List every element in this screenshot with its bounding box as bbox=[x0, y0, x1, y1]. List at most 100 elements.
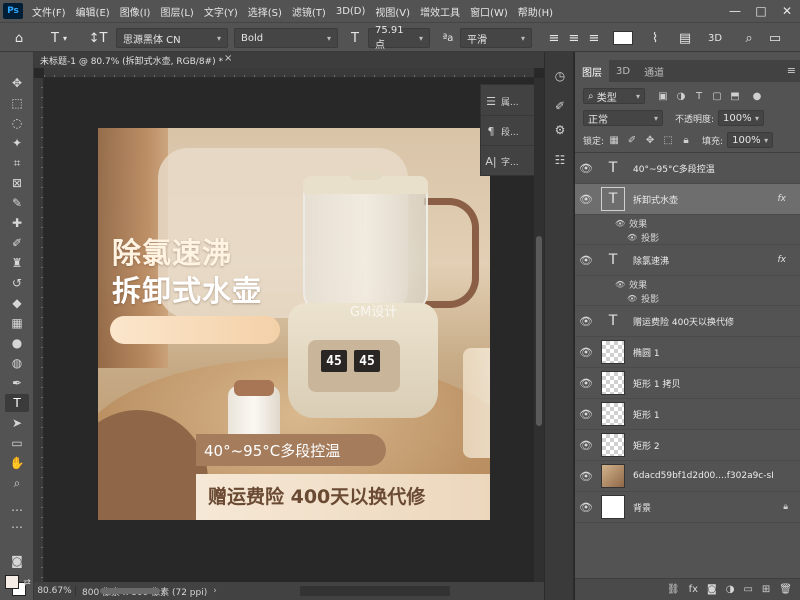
mask-icon[interactable]: ◙ bbox=[707, 584, 717, 595]
layer-row-selected[interactable]: 👁︎ T 拆卸式水壶 fx bbox=[575, 184, 800, 215]
history-brush-tool-icon[interactable]: ↺ bbox=[5, 274, 29, 292]
layer-row[interactable]: 👁︎ 矩形 1 bbox=[575, 399, 800, 430]
trash-icon[interactable]: 🗑︎ bbox=[779, 584, 792, 595]
layer-row[interactable]: 👁︎ 背景 🔒︎ bbox=[575, 492, 800, 523]
3d-icon[interactable]: 3D bbox=[704, 28, 726, 48]
align-right-icon[interactable]: ≡ bbox=[586, 28, 602, 48]
antialias-select[interactable]: 平滑 ▾ bbox=[460, 28, 532, 48]
layer-row[interactable]: 👁︎ T 除氯速沸 fx bbox=[575, 245, 800, 276]
edit-toolbar-icon[interactable]: ⋯ bbox=[5, 518, 29, 536]
pen-tool-icon[interactable]: ✒ bbox=[5, 374, 29, 392]
menu-layer[interactable]: 图层(L) bbox=[155, 4, 198, 19]
swap-colors-icon[interactable]: ⇄ bbox=[22, 574, 32, 592]
layer-row[interactable]: 👁︎ 椭圆 1 bbox=[575, 337, 800, 368]
menu-filter[interactable]: 滤镜(T) bbox=[287, 4, 331, 19]
link-icon[interactable]: ⛓ bbox=[667, 584, 680, 595]
blend-mode-select[interactable]: 正常 ▾ bbox=[583, 110, 663, 126]
effects-eye-icon[interactable]: 👁︎ bbox=[615, 280, 625, 289]
menu-window[interactable]: 窗口(W) bbox=[465, 4, 513, 19]
font-family-select[interactable]: 思源黑体 CN ▾ bbox=[116, 28, 228, 48]
close-document-icon[interactable]: × bbox=[224, 53, 232, 64]
dodge-tool-icon[interactable]: ◍ bbox=[5, 354, 29, 372]
filter-pixel-icon[interactable]: ▣ bbox=[655, 88, 671, 104]
tab-channels[interactable]: 通道 bbox=[637, 60, 671, 82]
more-tools-icon[interactable]: … bbox=[5, 498, 29, 516]
quick-mask-icon[interactable]: ◙ bbox=[5, 552, 29, 570]
close-button[interactable]: ✕ bbox=[774, 0, 800, 22]
home-icon[interactable]: ⌂ bbox=[8, 28, 30, 48]
adjustments-icon[interactable]: ⚙ bbox=[550, 120, 570, 140]
blur-tool-icon[interactable]: ● bbox=[5, 334, 29, 352]
fx-icon[interactable]: fx bbox=[689, 584, 698, 595]
menu-image[interactable]: 图像(I) bbox=[115, 4, 156, 19]
visibility-eye-icon[interactable]: 👁︎ bbox=[575, 408, 597, 421]
fx-badge[interactable]: fx bbox=[778, 255, 787, 265]
lasso-tool-icon[interactable]: ◌ bbox=[5, 114, 29, 132]
menu-file[interactable]: 文件(F) bbox=[27, 4, 71, 19]
canvas[interactable]: 45 45 除氯速沸 拆卸式水壶 GM设计 40°~95°C多段控温 赠运费险 … bbox=[98, 128, 490, 520]
filter-type-icon[interactable]: T bbox=[691, 88, 707, 104]
font-size-select[interactable]: 75.91 点 ▾ bbox=[368, 25, 430, 51]
brush-settings-icon[interactable]: ✐ bbox=[550, 96, 570, 116]
foreground-color-swatch[interactable] bbox=[5, 575, 19, 589]
effects-eye-icon[interactable]: 👁︎ bbox=[615, 219, 625, 228]
menu-help[interactable]: 帮助(H) bbox=[513, 4, 558, 19]
font-style-select[interactable]: Bold ▾ bbox=[234, 28, 338, 48]
clone-stamp-tool-icon[interactable]: ♜ bbox=[5, 254, 29, 272]
menu-edit[interactable]: 编辑(E) bbox=[71, 4, 115, 19]
eyedropper-tool-icon[interactable]: ✎ bbox=[5, 194, 29, 212]
maximize-button[interactable]: □ bbox=[748, 0, 774, 22]
hand-tool-icon[interactable]: ✋ bbox=[5, 454, 29, 472]
zoom-tool-icon[interactable]: ⌕ bbox=[5, 474, 29, 492]
marquee-tool-icon[interactable]: ⬚ bbox=[5, 94, 29, 112]
character-panel-icon[interactable]: ▤ bbox=[676, 28, 694, 48]
history-icon[interactable]: ◷ bbox=[550, 66, 570, 86]
eraser-tool-icon[interactable]: ◆ bbox=[5, 294, 29, 312]
layer-row[interactable]: 👁︎ T 赠运费险 400天以换代修 bbox=[575, 306, 800, 337]
tab-layers[interactable]: 图层 bbox=[575, 60, 609, 82]
effects-row[interactable]: 👁︎ 效果 bbox=[575, 277, 800, 291]
workspace-icon[interactable]: ▭ bbox=[766, 28, 784, 48]
zoom-readout[interactable]: 80.67% bbox=[34, 586, 76, 596]
path-selection-tool-icon[interactable]: ➤ bbox=[5, 414, 29, 432]
horizontal-scroll-thumb[interactable] bbox=[100, 588, 160, 594]
adjustment-icon[interactable]: ◑ bbox=[726, 584, 735, 595]
frame-tool-icon[interactable]: ⊠ bbox=[5, 174, 29, 192]
filter-shape-icon[interactable]: ▢ bbox=[709, 88, 725, 104]
visibility-eye-icon[interactable]: 👁︎ bbox=[575, 193, 597, 206]
lock-transparent-icon[interactable]: ▦ bbox=[606, 132, 622, 148]
filter-adjustment-icon[interactable]: ◑ bbox=[673, 88, 689, 104]
layer-row[interactable]: 👁︎ 矩形 2 bbox=[575, 430, 800, 461]
menu-view[interactable]: 视图(V) bbox=[370, 4, 415, 19]
magic-wand-tool-icon[interactable]: ✦ bbox=[5, 134, 29, 152]
paragraph-panel-button[interactable]: ¶ 段... bbox=[481, 117, 537, 146]
rectangle-tool-icon[interactable]: ▭ bbox=[5, 434, 29, 452]
menu-type[interactable]: 文字(Y) bbox=[199, 4, 243, 19]
filter-toggle-icon[interactable]: ● bbox=[749, 88, 765, 104]
visibility-eye-icon[interactable]: 👁︎ bbox=[575, 254, 597, 267]
visibility-eye-icon[interactable]: 👁︎ bbox=[575, 346, 597, 359]
brush-tool-icon[interactable]: ✐ bbox=[5, 234, 29, 252]
fill-field[interactable]: 100% ▾ bbox=[727, 132, 774, 148]
new-layer-icon[interactable]: ⊞ bbox=[762, 584, 770, 595]
menu-3d[interactable]: 3D(D) bbox=[331, 6, 371, 17]
warp-text-icon[interactable]: ⌇ bbox=[646, 28, 664, 48]
gradient-tool-icon[interactable]: ▦ bbox=[5, 314, 29, 332]
visibility-eye-icon[interactable]: 👁︎ bbox=[575, 470, 597, 483]
tab-3d[interactable]: 3D bbox=[609, 60, 637, 82]
status-menu-arrow[interactable]: › bbox=[213, 586, 217, 596]
minimize-button[interactable]: — bbox=[722, 0, 748, 22]
character-panel-button[interactable]: A| 字... bbox=[481, 147, 537, 176]
layer-row[interactable]: 👁︎ 矩形 1 拷贝 bbox=[575, 368, 800, 399]
drop-shadow-eye-icon[interactable]: 👁︎ bbox=[627, 294, 637, 303]
libraries-icon[interactable]: ☷ bbox=[550, 150, 570, 170]
visibility-eye-icon[interactable]: 👁︎ bbox=[575, 162, 597, 175]
crop-tool-icon[interactable]: ⌗ bbox=[5, 154, 29, 172]
visibility-eye-icon[interactable]: 👁︎ bbox=[575, 439, 597, 452]
document-tab[interactable]: 未标题-1 @ 80.7% (拆卸式水壶, RGB/8#) * × bbox=[34, 52, 544, 68]
search-icon[interactable]: ⌕ bbox=[740, 28, 758, 48]
lock-all-icon[interactable]: 🔒︎ bbox=[678, 132, 694, 148]
menu-plugins[interactable]: 增效工具 bbox=[415, 4, 465, 19]
layer-filter-select[interactable]: ⌕ 类型 ▾ bbox=[583, 88, 645, 104]
move-tool-icon[interactable]: ✥ bbox=[5, 74, 29, 92]
